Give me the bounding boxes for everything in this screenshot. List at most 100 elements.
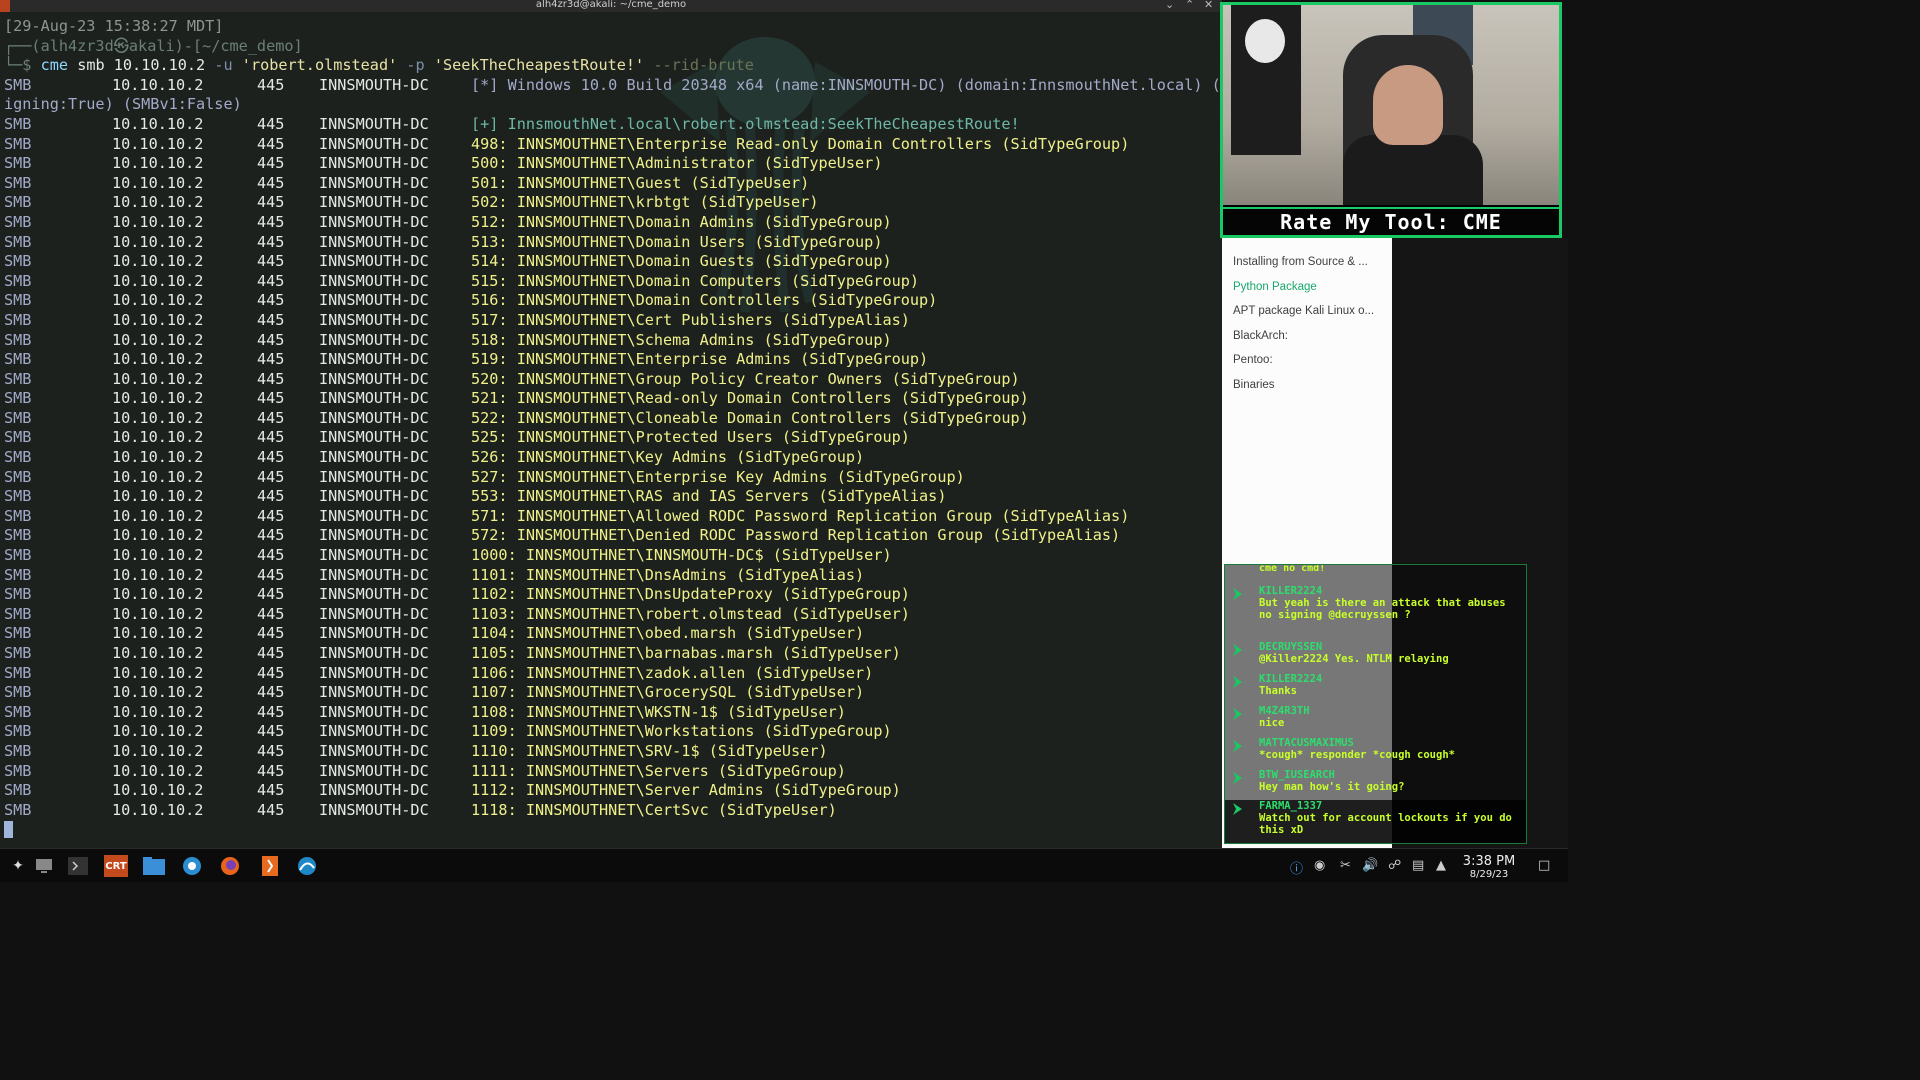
terminal-window[interactable]: [29-Aug-23 15:38:27 MDT] ┌──(alh4zr3d㉿ak… bbox=[0, 12, 1222, 848]
port-cell: 445 bbox=[257, 330, 285, 349]
docs-nav-item[interactable]: APT package Kali Linux o... bbox=[1233, 305, 1374, 317]
port-cell: 445 bbox=[257, 624, 285, 643]
chevron-right-icon bbox=[1233, 676, 1242, 688]
host-cell: INNSMOUTH-DC bbox=[319, 624, 429, 643]
ip-cell: 10.10.10.2 bbox=[112, 487, 204, 506]
ip-cell: 10.10.10.2 bbox=[112, 154, 204, 173]
burp-icon[interactable] bbox=[258, 855, 282, 877]
port-cell: 445 bbox=[257, 252, 285, 271]
host-cell: INNSMOUTH-DC bbox=[319, 448, 429, 467]
ip-cell: 10.10.10.2 bbox=[112, 761, 204, 780]
clock-date: 8/29/23 bbox=[1469, 869, 1509, 880]
chat-username: M4Z4R3TH bbox=[1259, 705, 1310, 717]
kali-menu-icon[interactable]: ✦ bbox=[6, 855, 30, 877]
chat-username: DECRUYSSEN bbox=[1259, 641, 1323, 653]
rid-row: SMB 10.10.10.2 445 INNSMOUTH-DC 519: INNSMOU… bbox=[4, 350, 1218, 370]
port-cell: 445 bbox=[257, 683, 285, 702]
webcam-overlay: Rate My Tool: CME bbox=[1220, 2, 1562, 238]
rid-row: SMB 10.10.10.2 445 INNSMOUTH-DC 520: INNSMOU… bbox=[4, 370, 1218, 390]
taskbar: ✦ CRT ⓘ ◉ ✂ 🔊 ☍ ▤ ▲ 3:38 PM 8/29/23 □ bbox=[0, 848, 1568, 882]
proto-cell: SMB bbox=[4, 350, 32, 369]
chevron-right-icon bbox=[1233, 588, 1242, 600]
ip-cell: 10.10.10.2 bbox=[112, 546, 204, 565]
volume-icon[interactable]: 🔊 bbox=[1362, 858, 1378, 873]
command-args: smb 10.10.10.2 bbox=[77, 56, 215, 75]
port-cell: 445 bbox=[257, 663, 285, 682]
proto-cell: SMB bbox=[4, 722, 32, 741]
rid-entry: 522: INNSMOUTHNET\Cloneable Domain Contr… bbox=[471, 408, 1029, 427]
rid-row: SMB 10.10.10.2 445 INNSMOUTH-DC 516: INNSMOU… bbox=[4, 291, 1218, 311]
rid-row: SMB 10.10.10.2 445 INNSMOUTH-DC 1101: INNSMO… bbox=[4, 566, 1218, 586]
port-cell: 445 bbox=[257, 506, 285, 525]
streamer-avatar bbox=[1373, 65, 1443, 145]
shield-icon[interactable]: ◉ bbox=[1314, 858, 1325, 873]
taskbar-clock[interactable]: 3:38 PM 8/29/23 bbox=[1458, 854, 1520, 880]
host-cell: INNSMOUTH-DC bbox=[319, 428, 429, 447]
rid-entry: 502: INNSMOUTHNET\krbtgt (SidTypeUser) bbox=[471, 193, 819, 212]
proto-cell: SMB bbox=[4, 408, 32, 427]
rid-entry: 514: INNSMOUTHNET\Domain Guests (SidType… bbox=[471, 252, 892, 271]
chat-username: KILLER2224 bbox=[1259, 673, 1323, 685]
scissors-icon[interactable]: ✂ bbox=[1340, 858, 1351, 873]
rid-row: SMB 10.10.10.2 445 INNSMOUTH-DC 522: INNSMOU… bbox=[4, 409, 1218, 429]
rid-entry: 525: INNSMOUTHNET\Protected Users (SidTy… bbox=[471, 428, 910, 447]
wireshark-icon[interactable] bbox=[295, 855, 319, 877]
windows-info-wrap: igning:True) (SMBv1:False) bbox=[4, 95, 242, 114]
terminal-icon[interactable] bbox=[66, 855, 90, 877]
proto-cell: SMB bbox=[4, 232, 32, 251]
chevron-up-icon[interactable]: ▲ bbox=[1436, 858, 1446, 873]
port-cell: 445 bbox=[257, 565, 285, 584]
chat-username: KILLER2224 bbox=[1259, 585, 1323, 597]
port-cell: 445 bbox=[257, 350, 285, 369]
close-icon[interactable]: ✕ bbox=[1204, 0, 1213, 11]
ip-cell: 10.10.10.2 bbox=[112, 702, 204, 721]
proto-cell: SMB bbox=[4, 526, 32, 545]
ip-cell: 10.10.10.2 bbox=[112, 467, 204, 486]
chat-message: MATTACUSMAXIMUS *cough* responder *cough … bbox=[1225, 737, 1526, 767]
docs-nav-item[interactable]: BlackArch: bbox=[1233, 330, 1288, 342]
maximize-icon[interactable]: ⌃ bbox=[1185, 0, 1194, 11]
proto-cell: SMB bbox=[4, 741, 32, 760]
minimize-icon[interactable]: ⌄ bbox=[1165, 0, 1174, 11]
skull-icon bbox=[1245, 19, 1285, 63]
proto-cell: SMB bbox=[4, 193, 32, 212]
flag-rid-brute: --rid-brute bbox=[653, 56, 754, 75]
docs-nav-item[interactable]: Binaries bbox=[1233, 379, 1275, 391]
port-cell: 445 bbox=[257, 154, 285, 173]
terminal-output: [29-Aug-23 15:38:27 MDT] ┌──(alh4zr3d㉿ak… bbox=[4, 17, 1222, 840]
login-success: [+] InnsmouthNet.local\robert.olmstead:S… bbox=[471, 114, 1020, 133]
port-cell: 445 bbox=[257, 585, 285, 604]
crt-icon[interactable]: CRT bbox=[104, 855, 128, 877]
rid-entry: 1102: INNSMOUTHNET\DnsUpdateProxy (SidTy… bbox=[471, 585, 910, 604]
rid-row: SMB 10.10.10.2 445 INNSMOUTH-DC 1102: INNSMO… bbox=[4, 585, 1218, 605]
network-icon[interactable]: ☍ bbox=[1388, 858, 1401, 873]
desktop-icon[interactable] bbox=[32, 855, 56, 877]
ip-cell: 10.10.10.2 bbox=[112, 585, 204, 604]
host-cell: INNSMOUTH-DC bbox=[319, 800, 429, 819]
rid-entry: 519: INNSMOUTHNET\Enterprise Admins (Sid… bbox=[471, 350, 929, 369]
display-icon[interactable]: ▤ bbox=[1412, 858, 1424, 873]
notification-icon[interactable]: □ bbox=[1538, 858, 1550, 873]
file-manager-icon[interactable] bbox=[142, 855, 166, 877]
chat-text: Thanks bbox=[1259, 685, 1297, 697]
chat-username: MATTACUSMAXIMUS bbox=[1259, 737, 1354, 749]
host-cell: INNSMOUTH-DC bbox=[319, 683, 429, 702]
chevron-right-icon bbox=[1233, 772, 1242, 784]
proto-cell: SMB bbox=[4, 761, 32, 780]
rid-entry: 512: INNSMOUTHNET\Domain Admins (SidType… bbox=[471, 212, 892, 231]
ip-cell: 10.10.10.2 bbox=[112, 389, 204, 408]
window-title: alh4zr3d@akali: ~/cme_demo bbox=[535, 0, 687, 10]
docs-nav-item[interactable]: Python Package bbox=[1233, 281, 1317, 293]
rid-row: SMB 10.10.10.2 445 INNSMOUTH-DC 1107: INNSMO… bbox=[4, 683, 1218, 703]
docs-nav-item[interactable]: Installing from Source & ... bbox=[1233, 256, 1368, 268]
clock-time: 3:38 PM bbox=[1462, 854, 1516, 869]
firefox-icon[interactable] bbox=[218, 855, 242, 877]
info-icon[interactable]: ⓘ bbox=[1290, 858, 1303, 877]
ip-cell: 10.10.10.2 bbox=[112, 526, 204, 545]
browser-icon[interactable] bbox=[180, 855, 204, 877]
host-cell: INNSMOUTH-DC bbox=[319, 506, 429, 525]
rid-entry: 517: INNSMOUTHNET\Cert Publishers (SidTy… bbox=[471, 310, 910, 329]
port-cell: 445 bbox=[257, 232, 285, 251]
docs-nav-item[interactable]: Pentoo: bbox=[1233, 354, 1273, 366]
ip-cell: 10.10.10.2 bbox=[112, 310, 204, 329]
